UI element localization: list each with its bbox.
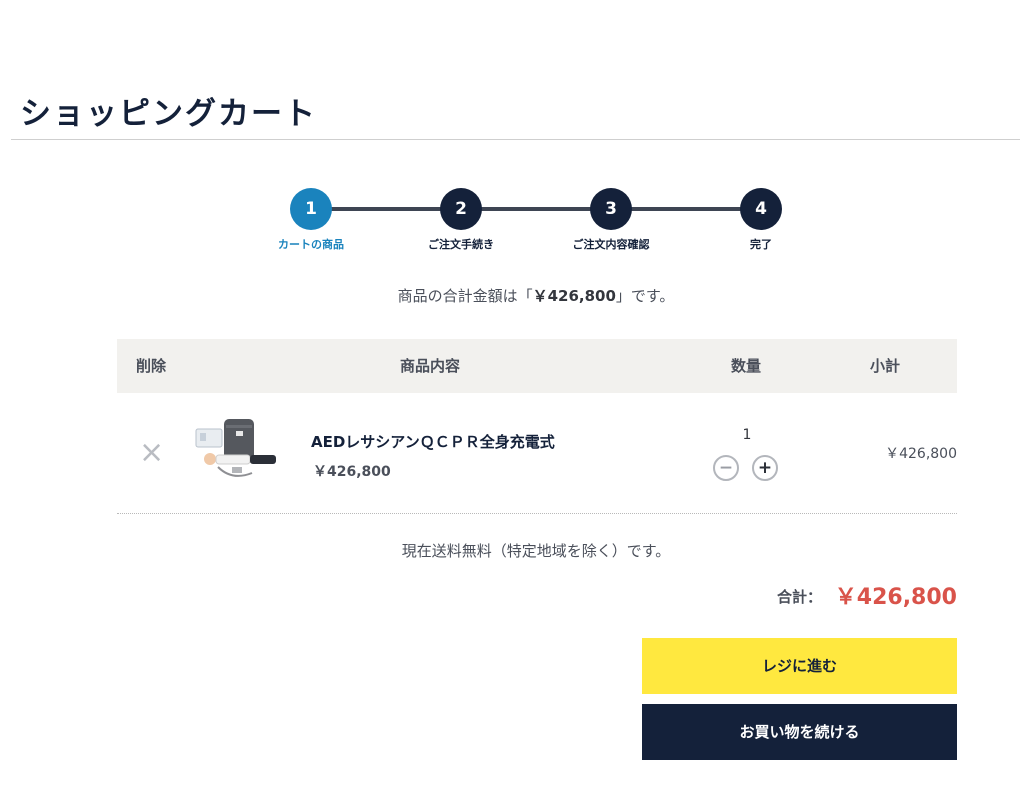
product-image-icon (195, 419, 276, 477)
stepper-line (311, 207, 761, 211)
header-item: 商品内容 (400, 357, 461, 375)
step-order-procedure: 2 ご注文手続き (416, 188, 506, 252)
shipping-note: 現在送料無料（特定地域を除く）です。 (401, 542, 671, 560)
product-thumbnail[interactable] (192, 417, 282, 489)
total-label: 合計： (777, 588, 823, 606)
step-label: ご注文手続き (428, 238, 494, 251)
summary-amount: ￥426,800 (532, 287, 616, 305)
minus-icon: − (718, 458, 734, 478)
summary-prefix: 商品の合計金額は「 (397, 287, 533, 305)
table-header: 削除 商品内容 数量 小計 (117, 339, 957, 393)
title-divider (11, 139, 1020, 140)
header-subtotal: 小計 (870, 357, 901, 375)
checkout-button[interactable]: レジに進む (642, 638, 957, 694)
continue-shopping-button[interactable]: お買い物を続ける (642, 704, 957, 760)
page-title: ショッピングカート (20, 96, 317, 132)
quantity-value: 1 (742, 427, 752, 443)
summary-suffix: 」です。 (615, 287, 675, 305)
plus-icon: + (757, 458, 773, 478)
cart-summary-text: 商品の合計金額は「￥426,800」です。 (0, 285, 1020, 306)
quantity-increase-button[interactable]: + (752, 455, 778, 481)
checkout-stepper: 1 カートの商品 2 ご注文手続き 3 ご注文内容確認 4 完了 (266, 188, 806, 258)
row-subtotal: ￥426,800 (885, 446, 957, 462)
remove-icon[interactable]: × (139, 438, 164, 468)
header-quantity: 数量 (731, 357, 762, 375)
header-remove: 削除 (136, 357, 167, 375)
step-label: カートの商品 (278, 238, 344, 251)
total-value: ￥426,800 (834, 585, 957, 610)
step-complete: 4 完了 (716, 188, 806, 252)
step-label: 完了 (750, 238, 772, 251)
step-order-confirm: 3 ご注文内容確認 (566, 188, 656, 252)
table-row: × AEDレサシアンＱＣＰＲ全身充電式 ￥426,800 1 − + ￥426,… (117, 393, 957, 514)
product-price: ￥426,800 (313, 464, 391, 480)
product-name-link[interactable]: AEDレサシアンＱＣＰＲ全身充電式 (311, 431, 555, 452)
quantity-decrease-button[interactable]: − (713, 455, 739, 481)
step-number: 1 (290, 188, 332, 230)
step-cart: 1 カートの商品 (266, 188, 356, 252)
step-label: ご注文内容確認 (572, 238, 650, 251)
step-number: 4 (740, 188, 782, 230)
step-number: 3 (590, 188, 632, 230)
cart-table: 削除 商品内容 数量 小計 × AEDレサシアンＱＣＰＲ全身充電式 ￥426,8… (117, 339, 957, 514)
step-number: 2 (440, 188, 482, 230)
